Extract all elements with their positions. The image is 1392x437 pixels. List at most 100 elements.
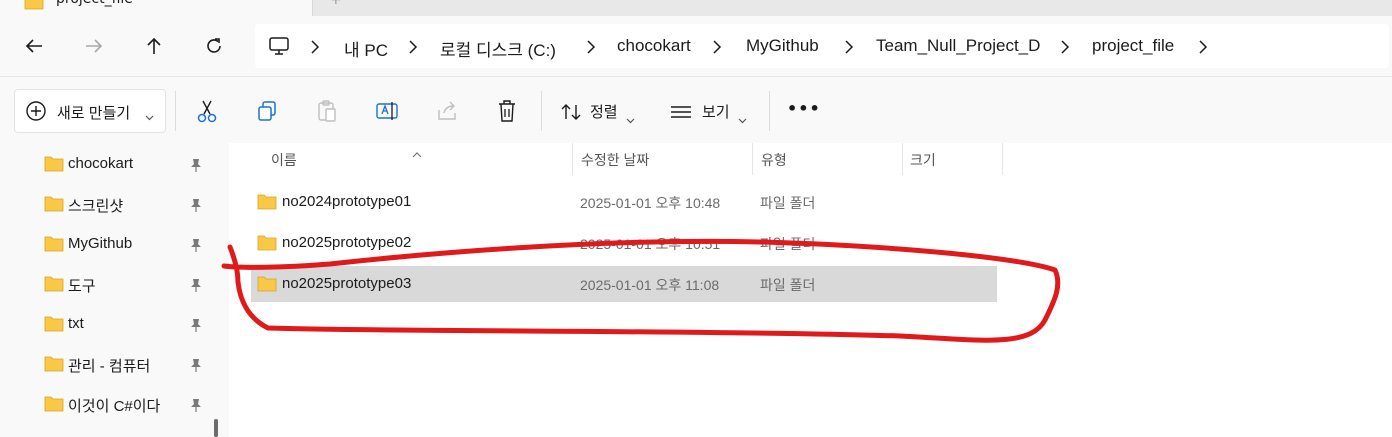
rename-button[interactable] (373, 97, 401, 125)
pin-icon (190, 357, 202, 376)
file-name: no2024prototype01 (282, 193, 412, 210)
chevron-right-icon[interactable] (1060, 39, 1070, 58)
column-header-label: 수정한 날짜 (581, 152, 650, 168)
chevron-right-icon[interactable] (1198, 39, 1208, 58)
arrow-right-icon (86, 39, 103, 53)
chevron-down-icon (738, 109, 747, 128)
arrow-up-icon (147, 37, 161, 54)
sort-label: 정렬 (590, 104, 618, 121)
pin-icon (190, 397, 202, 416)
chevron-right-icon[interactable] (310, 39, 320, 58)
separator (175, 91, 176, 131)
new-button[interactable]: 새로 만들기 (14, 89, 166, 133)
sidebar-scrollbar-thumb[interactable] (214, 419, 218, 437)
sidebar-item-label: MyGithub (68, 235, 133, 252)
tab-project-file[interactable]: project_file (0, 0, 313, 16)
sidebar-item-tools[interactable]: 도구 (0, 264, 215, 304)
rename-icon (376, 102, 398, 120)
file-list: 이름 수정한 날짜 유형 크기 no2024prototype01 2025-0… (229, 143, 1392, 437)
pin-icon (190, 197, 202, 216)
share-button[interactable] (433, 97, 461, 125)
file-date: 2025-01-01 오후 11:08 (580, 277, 720, 293)
breadcrumb-project-file[interactable]: project_file (1092, 36, 1174, 56)
tab-strip: project_file + (0, 0, 1392, 16)
column-header-label: 유형 (761, 152, 787, 168)
arrow-left-icon (25, 39, 42, 53)
tab-label: project_file (56, 0, 133, 7)
copy-button[interactable] (253, 97, 281, 125)
file-name: no2025prototype02 (282, 234, 412, 251)
chevron-down-icon (145, 106, 154, 125)
chevron-right-icon[interactable] (844, 39, 854, 58)
breadcrumb-team-project[interactable]: Team_Null_Project_D (876, 36, 1040, 56)
folder-icon (24, 0, 44, 14)
chevron-right-icon[interactable] (712, 39, 722, 58)
column-header-type[interactable]: 유형 (753, 143, 903, 175)
forward-button[interactable] (78, 30, 110, 62)
file-type: 파일 폴더 (760, 236, 816, 252)
refresh-button[interactable] (198, 30, 230, 62)
sort-icon (560, 103, 584, 125)
delete-button[interactable] (493, 97, 521, 125)
sidebar-item-txt[interactable]: txt (0, 304, 215, 344)
file-date: 2025-01-01 오후 10:48 (580, 195, 721, 211)
plus-circle-icon (25, 100, 47, 126)
cut-button[interactable] (193, 97, 221, 125)
pin-icon (190, 237, 202, 256)
up-button[interactable] (138, 30, 170, 62)
sort-ascending-icon (412, 143, 422, 162)
sidebar-item-label: txt (68, 315, 84, 332)
column-header-size[interactable]: 크기 (903, 143, 1003, 175)
cut-icon (197, 100, 217, 123)
file-row[interactable]: no2025prototype02 2025-01-01 오후 10:51 파일… (251, 225, 997, 261)
navigation-pane: chocokart 스크린샷 MyGithub 도구 txt 관리 - 컴퓨터 … (0, 143, 229, 437)
view-button[interactable]: 보기 (668, 91, 758, 131)
breadcrumb-my-pc[interactable]: 내 PC (344, 36, 388, 61)
paste-button[interactable] (313, 97, 341, 125)
view-label: 보기 (702, 104, 730, 121)
back-button[interactable] (18, 30, 50, 62)
breadcrumb-chocokart[interactable]: chocokart (617, 36, 691, 56)
column-header-date[interactable]: 수정한 날짜 (573, 143, 753, 175)
sidebar-item-label: 도구 (68, 278, 96, 295)
sidebar-item-this-is-csharp[interactable]: 이것이 C#이다 (0, 384, 215, 424)
computer-icon[interactable] (269, 37, 289, 59)
command-bar: 새로 만들기 정렬 보기 ••• (0, 76, 1392, 144)
delete-icon (499, 100, 515, 122)
refresh-icon (207, 38, 221, 53)
address-bar[interactable]: 내 PC 로컬 디스크 (C:) chocokart MyGithub Team… (255, 24, 1389, 68)
more-options-button[interactable]: ••• (787, 99, 821, 118)
folder-icon (44, 396, 64, 416)
file-row[interactable]: no2024prototype01 2025-01-01 오후 10:48 파일… (251, 184, 997, 220)
breadcrumb-local-disk[interactable]: 로컬 디스크 (C:) (440, 36, 556, 61)
pin-icon (190, 277, 202, 296)
column-header-label: 이름 (271, 152, 297, 168)
folder-icon (44, 236, 64, 256)
folder-icon (44, 316, 64, 336)
chevron-down-icon (626, 109, 635, 128)
share-icon (438, 101, 456, 120)
folder-icon (44, 196, 64, 216)
sidebar-item-label: chocokart (68, 155, 134, 172)
file-type: 파일 폴더 (760, 195, 816, 211)
sidebar-item-screenshots[interactable]: 스크린샷 (0, 184, 215, 224)
new-tab-button[interactable]: + (330, 0, 342, 8)
pin-icon (190, 157, 202, 176)
column-header-label: 크기 (910, 152, 936, 168)
chevron-right-icon[interactable] (586, 39, 596, 58)
sidebar-item-mygithub[interactable]: MyGithub (0, 224, 215, 264)
sidebar-item-computer-management[interactable]: 관리 - 컴퓨터 (0, 344, 215, 384)
pin-icon (190, 317, 202, 336)
sort-button[interactable]: 정렬 (558, 91, 648, 131)
column-header-name[interactable]: 이름 (229, 143, 573, 175)
navigation-bar: 내 PC 로컬 디스크 (C:) chocokart MyGithub Team… (0, 16, 1392, 76)
chevron-right-icon[interactable] (408, 39, 418, 58)
separator (541, 91, 542, 131)
sidebar-item-label: 관리 - 컴퓨터 (68, 358, 151, 375)
folder-icon (44, 356, 64, 376)
sidebar-item-label: 이것이 C#이다 (68, 398, 161, 415)
file-row-selected[interactable]: no2025prototype03 2025-01-01 오후 11:08 파일… (251, 266, 997, 302)
sidebar-item-chocokart[interactable]: chocokart (0, 144, 215, 184)
breadcrumb-mygithub[interactable]: MyGithub (746, 36, 819, 56)
folder-icon (44, 276, 64, 296)
